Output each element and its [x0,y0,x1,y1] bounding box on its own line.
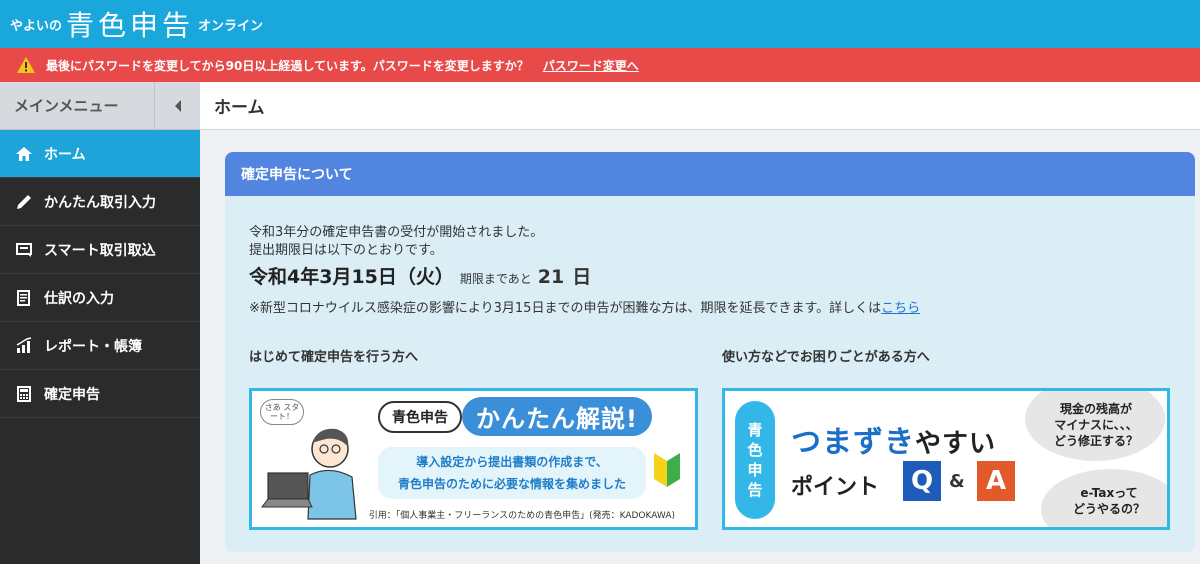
bubble-line: e-Taxって [1080,486,1138,500]
sidebar-item-label: レポート・帳簿 [44,338,142,355]
password-alert: 最後にパスワードを変更してから90日以上経過しています。パスワードを変更しますか… [0,48,1200,82]
a-box: A [977,461,1015,501]
sidebar-item-reports[interactable]: レポート・帳簿 [0,322,200,370]
beginner-mark-icon [654,453,680,487]
deadline-date: 令和4年3月15日（火） [249,266,454,288]
deadline-row: 令和4年3月15日（火） 期限まであと 21 日 [249,262,1171,289]
blue-return-badge: 青色申告 [378,401,462,433]
bubble-line: どうやるの？ [1072,502,1145,516]
logo-prefix: やよいの [10,18,63,34]
remaining-label: 期限まであと [459,272,532,286]
remaining-days: 21 [537,266,565,288]
sidebar-item-label: ホーム [44,146,86,163]
book-citation: 引用：「個人事業主・フリーランスのための青色申告」(発売：KADOKAWA) [368,511,675,521]
question-bubble-2-text: e-Taxって どうやるの？ [1047,485,1167,517]
faq-subtitle: ポイント [791,475,880,500]
guide-description-line-2: 青色申告のために必要な情報を集めました [397,477,626,491]
details-link[interactable]: こちら [881,301,920,316]
sidebar-item-smart-import[interactable]: スマート取引取込 [0,226,200,274]
tag-char: 申 [747,461,763,479]
sidebar-item-journal[interactable]: 仕訳の入力 [0,274,200,322]
ampersand: & [949,471,965,492]
person-at-laptop-illustration [261,428,357,520]
tag-char: 告 [747,481,763,499]
sidebar-item-home[interactable]: ホーム [0,130,200,178]
sidebar-item-label: かんたん取引入力 [44,194,156,211]
sidebar-item-tax-return[interactable]: 確定申告 [0,370,200,418]
sidebar-item-label: 仕訳の入力 [44,290,114,307]
app-header: やよいの 青色申告 オンライン [0,0,1200,48]
extension-note-text: ※新型コロナウイルス感染症の影響により3月15日までの申告が困難な方は、期限を延… [249,301,882,316]
question-bubble-1-text: 現金の残高が マイナスに、、、 どう修正する？ [1031,401,1161,449]
blue-return-vertical-tag: 青 色 申 告 [735,401,775,519]
info-line-2: 提出期限日は以下のとおりです。 [249,243,443,258]
bubble-line: どう修正する？ [1053,434,1138,448]
guide-description-line-1: 導入設定から提出書類の作成まで、 [416,455,608,469]
faq-title: つまずきやすい [791,417,996,461]
chevron-left-icon [174,99,181,112]
tax-return-info-panel: 確定申告について 令和3年分の確定申告書の受付が開始されました。 提出期限日は以… [225,152,1195,552]
beginners-heading: はじめて確定申告を行う方へ [249,350,419,365]
q-box: Q [903,461,941,501]
tag-char: 色 [747,441,763,459]
menu-header: メインメニュー [0,82,200,130]
help-heading: 使い方などでお困りごとがある方へ [722,350,930,365]
extension-note: ※新型コロナウイルス感染症の影響により3月15日までの申告が困難な方は、期限を延… [249,297,1171,316]
remaining-unit: 日 [572,266,592,288]
faq-title-rest: やすい [915,429,997,459]
pencil-icon [14,192,34,212]
sidebar: メインメニュー ホーム かんたん取引入力 スマート取引取込 仕訳の入力 レポート… [0,82,200,564]
logo-suffix: オンライン [198,18,264,34]
sidebar-item-easy-entry[interactable]: かんたん取引入力 [0,178,200,226]
collapse-menu-button[interactable] [154,82,200,129]
sidebar-item-label: スマート取引取込 [44,242,156,259]
bubble-line: マイナスに、、、 [1054,418,1138,432]
journal-icon [14,288,34,308]
menu-heading: メインメニュー [14,97,119,115]
faq-banner[interactable]: 青 色 申 告 つまずきやすい ポイント Q & A 現金の残高が マイナスに、… [722,388,1170,530]
page-title: ホーム [200,82,1200,130]
home-icon [14,144,34,164]
logo-main: 青色申告 [66,9,195,42]
panel-body: 令和3年分の確定申告書の受付が開始されました。 提出期限日は以下のとおりです。 … [225,196,1195,316]
chart-icon [14,336,34,356]
tag-char: 青 [747,421,763,439]
panel-title: 確定申告について [225,152,1195,196]
change-password-link[interactable]: パスワード変更へ [543,57,639,74]
info-line-1: 令和3年分の確定申告書の受付が開始されました。 [249,225,544,240]
warning-icon [17,57,35,73]
bubble-line: 現金の残高が [1059,402,1132,416]
alert-message: 最後にパスワードを変更してから90日以上経過しています。パスワードを変更しますか… [46,58,529,73]
sidebar-item-label: 確定申告 [44,386,100,403]
import-icon [14,240,34,260]
easy-guide-title: かんたん解説! [462,397,652,436]
easy-guide-banner[interactable]: さあ スタート！ 青色申告 かんたん解説! 導入設定から提出書類の作成まで、 青… [249,388,698,530]
calculator-icon [14,384,34,404]
faq-title-emphasis: つまずき [791,425,915,460]
